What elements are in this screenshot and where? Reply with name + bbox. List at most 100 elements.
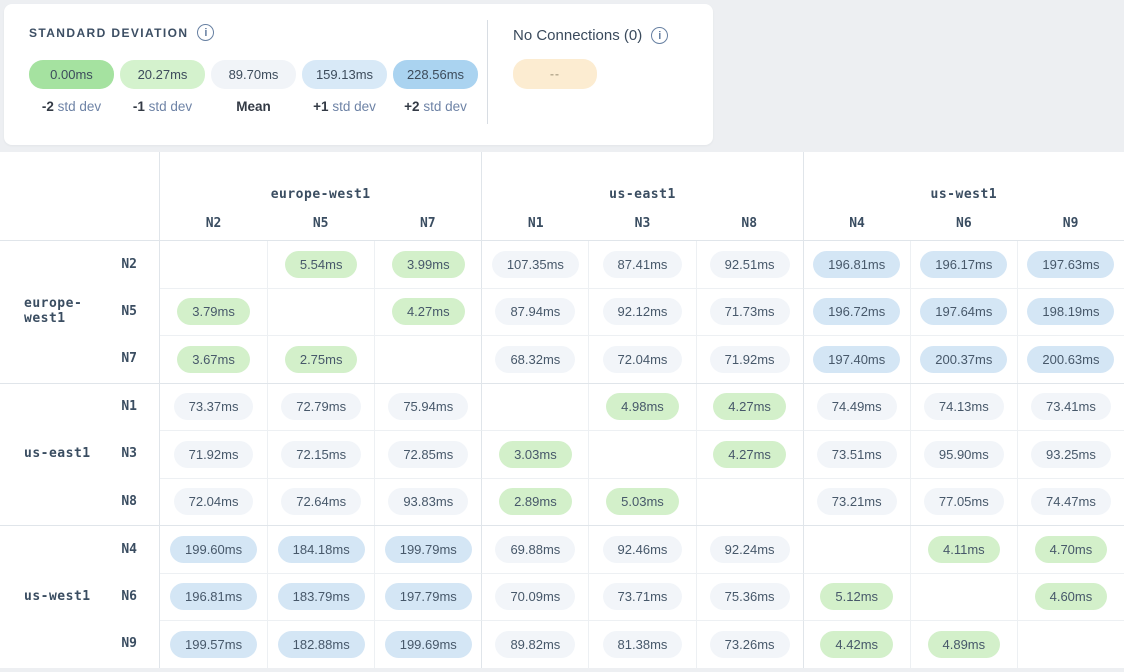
legend-divider [487, 20, 488, 124]
latency-pill[interactable]: 75.36ms [710, 583, 790, 610]
latency-pill[interactable]: 71.92ms [174, 441, 254, 468]
latency-pill[interactable]: 200.37ms [920, 346, 1007, 373]
latency-pill[interactable]: 87.94ms [495, 298, 575, 325]
latency-pill[interactable]: 197.40ms [813, 346, 900, 373]
info-icon[interactable]: i [651, 27, 668, 44]
latency-pill[interactable]: 199.60ms [170, 536, 257, 563]
latency-pill[interactable]: 196.81ms [813, 251, 900, 278]
latency-cell: 197.40ms [803, 335, 910, 383]
latency-pill[interactable]: 4.27ms [713, 441, 786, 468]
info-icon[interactable]: i [197, 24, 214, 41]
latency-pill[interactable]: 4.27ms [713, 393, 786, 420]
latency-pill[interactable]: 3.03ms [499, 441, 572, 468]
latency-pill[interactable]: 107.35ms [492, 251, 579, 278]
latency-cell: 81.38ms [588, 620, 695, 668]
latency-pill[interactable]: 4.11ms [928, 536, 1000, 563]
latency-cell [481, 384, 588, 431]
std-dev-header: STANDARD DEVIATION i [29, 24, 214, 41]
matrix-row-N7: N7 3.67ms 2.75ms 68.32ms 72.04ms 71.92ms 197.4… [0, 335, 1124, 383]
latency-pill[interactable]: 72.04ms [174, 488, 254, 515]
column-region-label: us-east1 [482, 187, 802, 202]
row-node-label: N7 [121, 351, 159, 366]
latency-cell: 182.88ms [267, 620, 374, 668]
latency-pill[interactable]: 93.25ms [1031, 441, 1111, 468]
latency-cell: 75.36ms [696, 573, 803, 621]
latency-pill[interactable]: 72.15ms [281, 441, 361, 468]
latency-pill[interactable]: 2.89ms [499, 488, 572, 515]
latency-pill[interactable]: 4.98ms [606, 393, 679, 420]
latency-pill[interactable]: 70.09ms [495, 583, 575, 610]
latency-pill[interactable]: 73.21ms [817, 488, 897, 515]
row-node-label: N9 [121, 636, 159, 651]
latency-pill[interactable]: 74.47ms [1031, 488, 1111, 515]
latency-cell: 73.26ms [696, 620, 803, 668]
latency-pill[interactable]: 197.63ms [1027, 251, 1114, 278]
no-connections-title: No Connections (0) [513, 27, 642, 44]
latency-pill[interactable]: 71.92ms [710, 346, 790, 373]
latency-pill[interactable]: 5.03ms [606, 488, 679, 515]
latency-pill[interactable]: 4.70ms [1035, 536, 1108, 563]
latency-pill[interactable]: 3.67ms [177, 346, 250, 373]
column-header-N5: N5 [267, 216, 374, 231]
latency-pill[interactable]: 197.79ms [385, 583, 472, 610]
latency-pill[interactable]: 71.73ms [710, 298, 790, 325]
latency-cell: 75.94ms [374, 384, 481, 431]
latency-pill[interactable]: 4.42ms [820, 631, 893, 658]
latency-pill[interactable]: 4.60ms [1035, 583, 1108, 610]
latency-cell: 71.92ms [696, 335, 803, 383]
latency-pill[interactable]: 196.81ms [170, 583, 257, 610]
latency-pill[interactable]: 73.37ms [174, 393, 254, 420]
latency-pill[interactable]: 200.63ms [1027, 346, 1114, 373]
latency-pill[interactable]: 196.17ms [920, 251, 1007, 278]
matrix-row-N1: N1 73.37ms 72.79ms 75.94ms 4.98ms 4.27ms 74.49… [0, 383, 1124, 431]
latency-pill[interactable]: 197.64ms [920, 298, 1007, 325]
latency-pill[interactable]: 72.79ms [281, 393, 361, 420]
latency-pill[interactable]: 5.12ms [820, 583, 893, 610]
latency-pill[interactable]: 74.49ms [817, 393, 897, 420]
latency-pill[interactable]: 5.54ms [285, 251, 358, 278]
latency-pill[interactable]: 77.05ms [924, 488, 1004, 515]
latency-pill[interactable]: 87.41ms [603, 251, 683, 278]
latency-pill[interactable]: 81.38ms [603, 631, 683, 658]
latency-pill[interactable]: 89.82ms [495, 631, 575, 658]
latency-cell: 199.79ms [374, 526, 481, 573]
latency-pill[interactable]: 95.90ms [924, 441, 1004, 468]
latency-pill[interactable]: 72.85ms [388, 441, 468, 468]
latency-pill[interactable]: 2.75ms [285, 346, 358, 373]
latency-pill[interactable]: 75.94ms [388, 393, 468, 420]
latency-pill[interactable]: 199.69ms [385, 631, 472, 658]
std-dev-pill: 159.13ms [302, 60, 387, 89]
std-dev-stop: 228.56ms +2 std dev [393, 60, 478, 114]
latency-pill[interactable]: 3.99ms [392, 251, 465, 278]
latency-pill[interactable]: 3.79ms [177, 298, 250, 325]
std-dev-stop-label: +2 std dev [404, 99, 467, 114]
latency-pill[interactable]: 198.19ms [1027, 298, 1114, 325]
latency-pill[interactable]: 199.57ms [170, 631, 257, 658]
latency-pill[interactable]: 74.13ms [924, 393, 1004, 420]
latency-cell: 74.47ms [1017, 478, 1124, 526]
latency-pill[interactable]: 69.88ms [495, 536, 575, 563]
latency-pill[interactable]: 92.46ms [603, 536, 683, 563]
latency-pill[interactable]: 4.27ms [392, 298, 465, 325]
latency-pill[interactable]: 183.79ms [278, 583, 365, 610]
latency-pill[interactable]: 72.64ms [281, 488, 361, 515]
column-group-europe-west1: europe-west1N2N5N7 [160, 152, 481, 240]
latency-pill[interactable]: 93.83ms [388, 488, 468, 515]
latency-pill[interactable]: 73.51ms [817, 441, 897, 468]
latency-pill[interactable]: 4.89ms [928, 631, 1001, 658]
latency-pill[interactable]: 73.71ms [603, 583, 683, 610]
latency-cell: 92.46ms [588, 526, 695, 573]
latency-pill[interactable]: 92.24ms [710, 536, 790, 563]
latency-pill[interactable]: 73.41ms [1031, 393, 1111, 420]
latency-pill[interactable]: 92.12ms [603, 298, 683, 325]
latency-pill[interactable]: 92.51ms [710, 251, 790, 278]
latency-pill[interactable]: 68.32ms [495, 346, 575, 373]
latency-pill[interactable]: 199.79ms [385, 536, 472, 563]
latency-pill[interactable]: 182.88ms [278, 631, 365, 658]
latency-pill[interactable]: 196.72ms [813, 298, 900, 325]
latency-pill[interactable]: 72.04ms [603, 346, 683, 373]
latency-pill[interactable]: 73.26ms [710, 631, 790, 658]
latency-pill[interactable]: 184.18ms [278, 536, 365, 563]
row-header-N1: N1 [0, 384, 160, 431]
row-header-N7: N7 [0, 335, 160, 383]
